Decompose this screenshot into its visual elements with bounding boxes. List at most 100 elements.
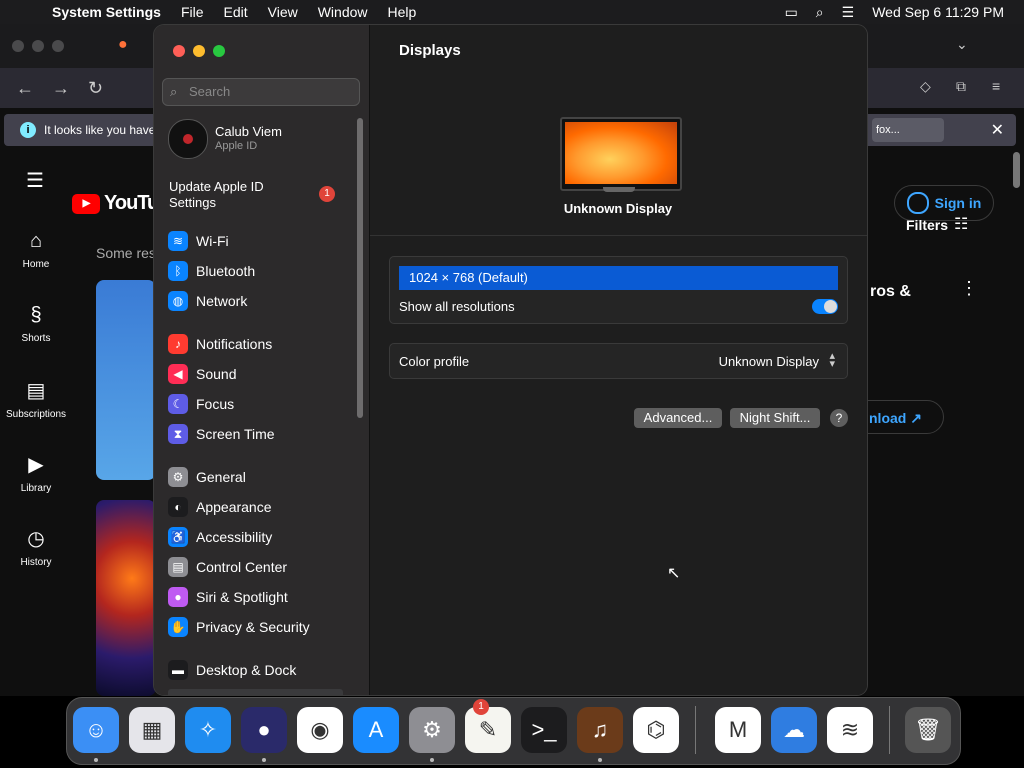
- menu-view[interactable]: View: [268, 4, 298, 20]
- avatar[interactable]: [168, 119, 208, 159]
- sidebar-item-general[interactable]: ⚙ General: [168, 466, 246, 488]
- dock-system-settings-icon[interactable]: ⚙: [409, 707, 455, 753]
- yt-nav-library[interactable]: ▶ Library: [0, 452, 72, 494]
- filters-label[interactable]: Filters: [906, 217, 948, 233]
- dock-chrome-icon[interactable]: ◉: [297, 707, 343, 753]
- sidebar-item-label: Accessibility: [196, 529, 273, 545]
- menu-help[interactable]: Help: [388, 4, 417, 20]
- more-vertical-icon[interactable]: ⋮: [960, 278, 978, 299]
- dock-app-store-icon[interactable]: A: [353, 707, 399, 753]
- sidebar-item-label: Desktop & Dock: [196, 662, 297, 678]
- minimize-window-button[interactable]: [193, 45, 205, 57]
- filters-icon[interactable]: ☷: [954, 214, 968, 234]
- sidebar-item-network[interactable]: ◍ Network: [168, 290, 247, 312]
- extensions-icon[interactable]: ⧉: [956, 78, 966, 95]
- sidebar-item-label: Focus: [196, 396, 235, 412]
- firefox-tab-icon[interactable]: ●: [118, 36, 128, 54]
- help-button[interactable]: ?: [830, 409, 848, 427]
- show-all-resolutions-label: Show all resolutions: [399, 299, 515, 314]
- sidebar-item-siri-spotlight[interactable]: ● Siri & Spotlight: [168, 586, 288, 608]
- control-center-menu-icon[interactable]: ☰: [842, 4, 855, 21]
- close-window-button[interactable]: [173, 45, 185, 57]
- update-apple-id-item[interactable]: Update Apple ID Settings: [169, 179, 264, 211]
- sign-in-button[interactable]: Sign in: [894, 185, 994, 221]
- dock-weather-icon[interactable]: ☁: [771, 707, 817, 753]
- spotlight-icon[interactable]: ⌕: [816, 4, 824, 21]
- sidebar-item-label: Notifications: [196, 336, 273, 352]
- sidebar-item-bluetooth[interactable]: ᛒ Bluetooth: [168, 260, 255, 282]
- yt-nav-subscriptions[interactable]: ▤ Subscriptions: [0, 378, 72, 420]
- accessibility-icon: ♿: [168, 527, 188, 547]
- hamburger-menu-icon[interactable]: ≡: [992, 78, 1000, 94]
- zoom-window-button[interactable]: [213, 45, 225, 57]
- resolution-option-selected[interactable]: 1024 × 768 (Default): [399, 266, 838, 290]
- sidebar-item-focus[interactable]: ☾ Focus: [168, 393, 234, 415]
- sidebar-item-sound[interactable]: ◀ Sound: [168, 363, 236, 385]
- pocket-icon[interactable]: ◇: [920, 78, 931, 95]
- yt-nav-shorts[interactable]: § Shorts: [0, 304, 72, 344]
- chevron-down-icon[interactable]: ⌄: [956, 36, 968, 53]
- reload-icon[interactable]: ↻: [88, 78, 103, 99]
- monitor-stand: [603, 187, 635, 192]
- search-input[interactable]: ⌕ Search: [162, 78, 360, 106]
- menu-edit[interactable]: Edit: [224, 4, 248, 20]
- info-bar-button[interactable]: fox...: [872, 118, 944, 142]
- sidebar-item-notifications[interactable]: ♪ Notifications: [168, 333, 272, 355]
- sidebar-item-partial[interactable]: [168, 689, 343, 695]
- sidebar-item-label: Appearance: [196, 499, 272, 515]
- system-settings-window: ⌕ Search Calub Viem Apple ID Update Appl…: [154, 25, 867, 695]
- dock-separator: [695, 706, 696, 754]
- night-shift-button[interactable]: Night Shift...: [730, 408, 820, 428]
- yt-nav-home[interactable]: ⌂ Home: [0, 230, 72, 270]
- sidebar-item-appearance[interactable]: ◐ Appearance: [168, 496, 272, 518]
- dock-vscode-icon[interactable]: ⌬: [633, 707, 679, 753]
- menu-window[interactable]: Window: [318, 4, 368, 20]
- sidebar-item-label: Sound: [196, 366, 237, 382]
- sidebar-item-label: Siri & Spotlight: [196, 589, 288, 605]
- yt-menu-icon[interactable]: ☰: [26, 168, 44, 193]
- menu-file[interactable]: File: [181, 4, 204, 20]
- video-thumbnail[interactable]: [96, 280, 156, 480]
- video-thumbnail[interactable]: [96, 500, 156, 696]
- video-title-partial[interactable]: ros &: [870, 283, 911, 301]
- back-icon[interactable]: ←: [16, 78, 34, 99]
- sidebar-item-control-center[interactable]: ▤ Control Center: [168, 556, 287, 578]
- sidebar-item-accessibility[interactable]: ♿ Accessibility: [168, 526, 272, 548]
- show-all-resolutions-toggle[interactable]: [812, 299, 838, 314]
- dock-terminal-icon[interactable]: >_: [521, 707, 567, 753]
- dock-safari-icon[interactable]: ✧: [185, 707, 231, 753]
- dock-wireless-diagnostics-icon[interactable]: ≋: [827, 707, 873, 753]
- screen-mirror-icon[interactable]: ▭: [785, 4, 798, 21]
- apple-id-profile[interactable]: Calub Viem Apple ID: [215, 124, 282, 152]
- menu-clock[interactable]: Wed Sep 6 11:29 PM: [872, 4, 1004, 20]
- dock-trash-icon[interactable]: 🗑: [905, 707, 951, 753]
- sidebar-item-screen-time[interactable]: ⧗ Screen Time: [168, 423, 275, 445]
- close-icon[interactable]: ✕: [991, 120, 1004, 140]
- globe-icon: ◍: [168, 291, 188, 311]
- dock-running-indicator: [262, 758, 266, 762]
- sidebar-scrollbar[interactable]: [357, 118, 363, 418]
- page-title: Displays: [399, 42, 461, 59]
- sidebar-item-privacy-security[interactable]: ✋ Privacy & Security: [168, 616, 310, 638]
- dock-finder-icon[interactable]: ☺: [73, 707, 119, 753]
- dock-textedit-icon[interactable]: ✎: [465, 707, 511, 753]
- sidebar-item-label: Screen Time: [196, 426, 275, 442]
- dock-garageband-icon[interactable]: ♫: [577, 707, 623, 753]
- chevron-updown-icon[interactable]: ▴ ▾: [829, 351, 835, 370]
- display-monitor-icon[interactable]: [560, 117, 682, 191]
- yt-nav-history[interactable]: ◷ History: [0, 526, 72, 568]
- dock-launchpad-icon[interactable]: ▦: [129, 707, 175, 753]
- sidebar-item-label: Network: [196, 293, 248, 309]
- sidebar-item-desktop-dock[interactable]: ▬ Desktop & Dock: [168, 659, 296, 681]
- advanced-button[interactable]: Advanced...: [634, 408, 722, 428]
- color-profile-select[interactable]: Unknown Display: [719, 354, 819, 369]
- dock-visual-studio-icon[interactable]: M: [715, 707, 761, 753]
- menu-app-name[interactable]: System Settings: [52, 4, 161, 20]
- dock-separator: [889, 706, 890, 754]
- forward-icon[interactable]: →: [52, 78, 70, 99]
- sidebar-item-wi-fi[interactable]: ≋ Wi-Fi: [168, 230, 229, 252]
- dock-firefox-icon[interactable]: ●: [241, 707, 287, 753]
- browser-scrollbar[interactable]: [1013, 152, 1020, 188]
- person-icon: [906, 192, 929, 214]
- info-bar-text: It looks like you have: [44, 123, 156, 137]
